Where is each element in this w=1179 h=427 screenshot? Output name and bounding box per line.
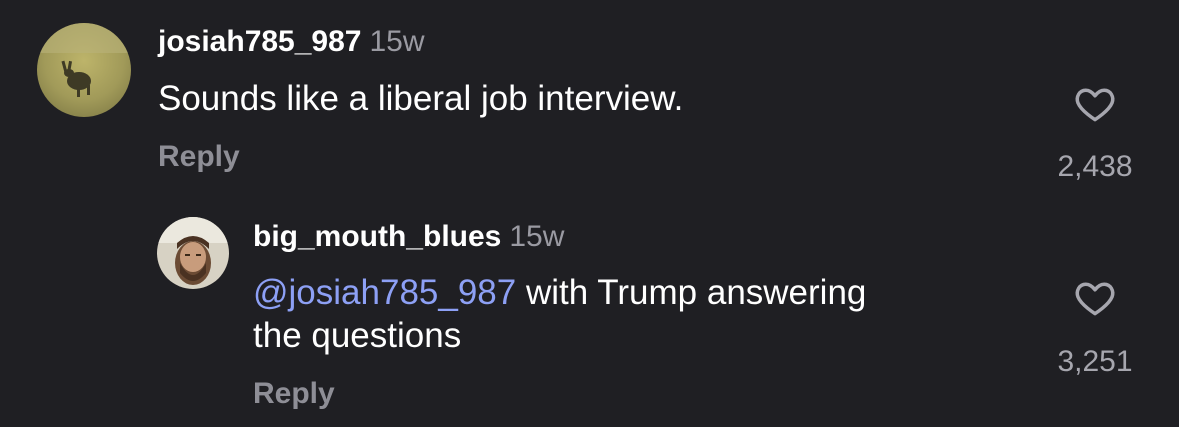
comment-username[interactable]: josiah785_987 15w bbox=[158, 25, 425, 59]
bearded-man-avatar-image bbox=[157, 217, 229, 289]
reply-button[interactable]: Reply bbox=[253, 377, 335, 411]
mention-link[interactable]: @josiah785_987 bbox=[253, 273, 516, 312]
like-button[interactable] bbox=[1072, 82, 1118, 126]
comment-timestamp: 15w bbox=[369, 25, 425, 58]
rabbit-avatar-image bbox=[37, 23, 131, 117]
like-count: 2,438 bbox=[1057, 150, 1133, 183]
username-text[interactable]: big_mouth_blues bbox=[253, 220, 501, 253]
like-count: 3,251 bbox=[1057, 345, 1133, 378]
avatar-josiah[interactable] bbox=[37, 23, 131, 117]
comment-1: josiah785_987 15w Sounds like a liberal j… bbox=[0, 0, 1179, 200]
comment-text-line-2: the questions bbox=[253, 316, 462, 355]
reply-button[interactable]: Reply bbox=[158, 140, 240, 174]
like-button[interactable] bbox=[1072, 276, 1118, 320]
comment-username[interactable]: big_mouth_blues 15w bbox=[253, 220, 564, 254]
comment-text-part: with Trump answering bbox=[516, 273, 867, 312]
comment-2: big_mouth_blues 15w @josiah785_987 with T… bbox=[0, 200, 1179, 427]
comment-timestamp: 15w bbox=[509, 220, 565, 253]
heart-outline-icon bbox=[1075, 282, 1115, 316]
comment-text: @josiah785_987 with Trump answering the … bbox=[253, 271, 1013, 357]
heart-outline-icon bbox=[1075, 88, 1115, 122]
username-text[interactable]: josiah785_987 bbox=[158, 25, 361, 58]
avatar-big-mouth-blues[interactable] bbox=[157, 217, 229, 289]
comment-text: Sounds like a liberal job interview. bbox=[158, 79, 684, 118]
comment-text-line-1: @josiah785_987 with Trump answering bbox=[253, 271, 1013, 314]
